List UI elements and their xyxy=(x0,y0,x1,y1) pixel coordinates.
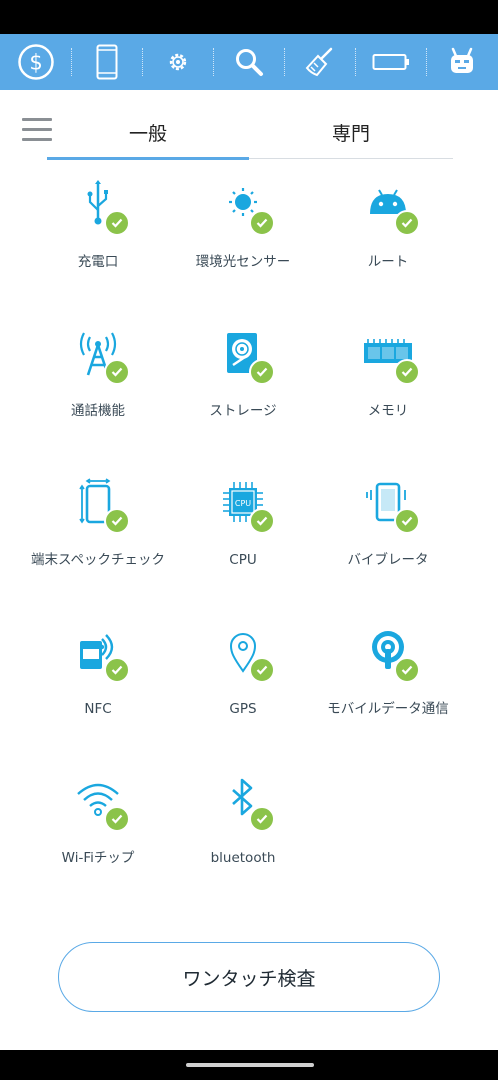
check-item-root[interactable]: ルート xyxy=(313,170,463,310)
check-item-cpu[interactable]: CPU CPU xyxy=(168,468,318,608)
tab-pro[interactable]: 専門 xyxy=(249,120,453,148)
check-item-label: 通話機能 xyxy=(71,403,125,419)
check-item-label: 環境光センサー xyxy=(195,254,291,270)
check-mark-icon xyxy=(394,657,420,683)
check-item-label: 充電口 xyxy=(77,254,119,270)
toolbar-settings-button[interactable] xyxy=(142,34,213,90)
svg-text:CPU: CPU xyxy=(235,499,251,508)
tab-general[interactable]: 一般 xyxy=(47,120,249,148)
check-mark-icon xyxy=(249,508,275,534)
check-item-storage[interactable]: ストレージ xyxy=(168,319,318,459)
check-mark-icon xyxy=(104,806,130,832)
check-item-light-sensor[interactable]: 環境光センサー xyxy=(168,170,318,310)
check-mark-icon xyxy=(104,210,130,236)
search-icon xyxy=(235,49,263,76)
check-item-label: Wi-Fiチップ xyxy=(61,850,135,866)
check-mark-icon xyxy=(104,359,130,385)
gear-icon xyxy=(169,53,186,71)
check-mark-icon xyxy=(394,210,420,236)
check-mark-icon xyxy=(104,657,130,683)
check-item-nfc[interactable]: NFC xyxy=(23,617,173,757)
check-item-memory[interactable]: メモリ xyxy=(313,319,463,459)
one-touch-check-button[interactable]: ワンタッチ検査 xyxy=(58,942,440,1012)
check-item-label: CPU xyxy=(229,552,257,568)
toolbar-clean-button[interactable] xyxy=(284,34,355,90)
toolbar-android-button[interactable] xyxy=(426,34,497,90)
check-item-wifi[interactable]: Wi-Fiチップ xyxy=(23,766,173,906)
toolbar-phone-button[interactable] xyxy=(71,34,142,90)
check-mark-icon xyxy=(249,210,275,236)
check-item-gps[interactable]: GPS xyxy=(168,617,318,757)
check-item-label: NFC xyxy=(84,701,112,717)
tab-active-indicator xyxy=(47,157,249,160)
svg-text:$: $ xyxy=(29,51,42,75)
android-robot-icon xyxy=(450,47,473,73)
check-item-label: 端末スペックチェック xyxy=(30,552,166,568)
check-item-label: GPS xyxy=(229,701,257,717)
check-item-label: メモリ xyxy=(367,403,409,419)
check-item-label: モバイルデータ通信 xyxy=(327,701,449,717)
status-bar xyxy=(0,0,498,34)
top-toolbar: $ xyxy=(0,34,498,90)
check-item-label: ストレージ xyxy=(209,403,277,419)
check-item-label: ルート xyxy=(367,254,409,270)
check-mark-icon xyxy=(249,657,275,683)
check-mark-icon xyxy=(249,806,275,832)
check-mark-icon xyxy=(394,508,420,534)
check-mark-icon xyxy=(394,359,420,385)
check-item-device-spec[interactable]: 端末スペックチェック xyxy=(23,468,173,608)
check-item-charging-port[interactable]: 充電口 xyxy=(23,170,173,310)
check-item-label: バイブレータ xyxy=(347,552,429,568)
dollar-icon: $ xyxy=(17,44,54,80)
toolbar-dollar-button[interactable]: $ xyxy=(0,34,71,90)
broom-icon xyxy=(305,47,332,77)
check-item-bluetooth[interactable]: bluetooth xyxy=(168,766,318,906)
check-item-mobile-data[interactable]: モバイルデータ通信 xyxy=(313,617,463,757)
toolbar-battery-button[interactable] xyxy=(355,34,426,90)
toolbar-search-button[interactable] xyxy=(213,34,284,90)
check-item-call[interactable]: 通話機能 xyxy=(23,319,173,459)
check-item-vibrator[interactable]: バイブレータ xyxy=(313,468,463,608)
phone-icon xyxy=(96,44,117,80)
battery-icon xyxy=(372,54,409,70)
check-item-label: bluetooth xyxy=(210,850,276,866)
home-gesture-handle[interactable] xyxy=(186,1063,314,1067)
check-mark-icon xyxy=(249,359,275,385)
check-mark-icon xyxy=(104,508,130,534)
